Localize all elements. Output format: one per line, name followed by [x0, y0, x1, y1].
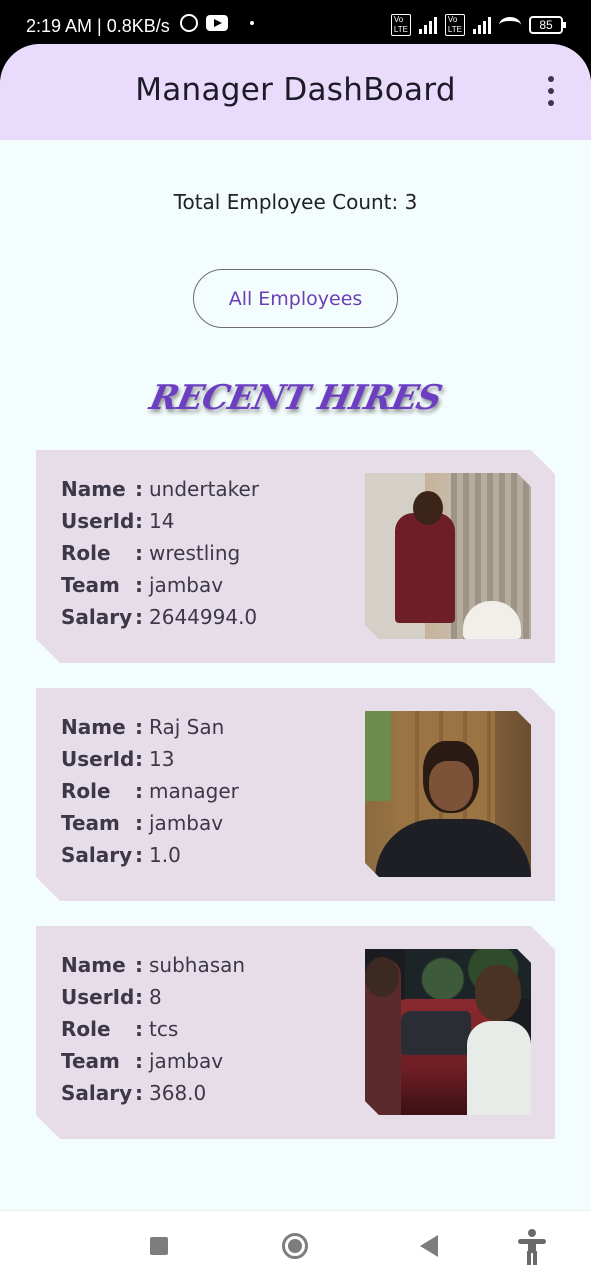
employee-card[interactable]: Name: undertaker UserId:14 Role: wrestling… [36, 450, 555, 663]
salary-label: Salary [61, 605, 133, 629]
role-row: Role: wrestling [61, 537, 259, 569]
userid-value: 14 [149, 509, 175, 533]
colon: : [135, 1081, 143, 1105]
salary-value: 368.0 [149, 1081, 207, 1105]
app-screen: Manager DashBoard Total Employee Count: … [0, 44, 591, 1210]
youtube-icon [206, 15, 228, 31]
userid-label: UserId [61, 985, 135, 1009]
role-label: Role [61, 779, 111, 803]
name-label: Name [61, 953, 126, 977]
team-value: jambav [149, 573, 224, 597]
volte-icon: Vo LTE [444, 14, 465, 36]
colon: : [135, 1049, 143, 1073]
userid-row: UserId:13 [61, 743, 239, 775]
status-system-icons: Vo LTE Vo LTE 85 [390, 14, 566, 36]
notification-dot-icon [250, 21, 254, 25]
team-row: Team: jambav [61, 1045, 245, 1077]
employee-card[interactable]: Name: subhasan UserId:8 Role: tcs Team: jam… [36, 926, 555, 1139]
colon: : [135, 747, 143, 771]
wifi-icon [499, 17, 521, 33]
signal-4g-icon [473, 16, 491, 34]
userid-value: 13 [149, 747, 175, 771]
name-value: subhasan [149, 953, 246, 977]
employee-photo [365, 473, 531, 639]
colon: : [135, 573, 143, 597]
colon: : [135, 985, 143, 1009]
name-value: Raj San [149, 715, 225, 739]
employee-details: Name: Raj San UserId:13 Role: manager Team… [61, 711, 239, 871]
name-value: undertaker [149, 477, 260, 501]
role-label: Role [61, 1017, 111, 1041]
home-icon[interactable] [282, 1233, 308, 1259]
role-row: Role: manager [61, 775, 239, 807]
colon: : [135, 541, 143, 565]
userid-row: UserId:8 [61, 981, 245, 1013]
userid-row: UserId:14 [61, 505, 259, 537]
recent-hires-heading: RECENT HIRES [146, 378, 445, 418]
team-label: Team [61, 573, 120, 597]
recents-icon[interactable] [150, 1237, 168, 1255]
salary-row: Salary:1.0 [61, 839, 239, 871]
colon: : [135, 509, 143, 533]
name-row: Name: Raj San [61, 711, 239, 743]
all-employees-button[interactable]: All Employees [193, 269, 398, 328]
role-row: Role: tcs [61, 1013, 245, 1045]
accessibility-icon[interactable] [518, 1229, 546, 1265]
salary-row: Salary:2644994.0 [61, 601, 259, 633]
role-value: manager [149, 779, 239, 803]
page-title: Manager DashBoard [135, 72, 456, 108]
top-app-bar: Manager DashBoard [0, 44, 591, 140]
colon: : [135, 779, 143, 803]
salary-row: Salary:368.0 [61, 1077, 245, 1109]
name-label: Name [61, 477, 126, 501]
colon: : [135, 715, 143, 739]
team-row: Team: jambav [61, 807, 239, 839]
userid-label: UserId [61, 509, 135, 533]
colon: : [135, 953, 143, 977]
volte-icon: Vo LTE [390, 14, 411, 36]
battery-icon: 85 [529, 16, 566, 34]
colon: : [135, 811, 143, 835]
salary-value: 1.0 [149, 843, 181, 867]
name-row: Name: subhasan [61, 949, 245, 981]
colon: : [135, 477, 143, 501]
team-value: jambav [149, 811, 224, 835]
salary-label: Salary [61, 1081, 133, 1105]
userid-label: UserId [61, 747, 135, 771]
team-label: Team [61, 811, 120, 835]
alarm-icon [180, 14, 198, 32]
back-icon[interactable] [420, 1235, 438, 1257]
salary-value: 2644994.0 [149, 605, 258, 629]
system-nav-bar [0, 1210, 591, 1280]
employee-photo [365, 711, 531, 877]
employee-details: Name: subhasan UserId:8 Role: tcs Team: jam… [61, 949, 245, 1109]
colon: : [135, 605, 143, 629]
employee-count-text: Total Employee Count: 3 [173, 190, 418, 214]
status-time: 2:19 AM | 0.8KB/s [26, 16, 170, 36]
colon: : [135, 1017, 143, 1041]
team-label: Team [61, 1049, 120, 1073]
team-value: jambav [149, 1049, 224, 1073]
more-vert-icon[interactable] [541, 76, 561, 106]
role-value: tcs [149, 1017, 179, 1041]
role-value: wrestling [149, 541, 241, 565]
team-row: Team: jambav [61, 569, 259, 601]
employee-card[interactable]: Name: Raj San UserId:13 Role: manager Team… [36, 688, 555, 901]
name-row: Name: undertaker [61, 473, 259, 505]
name-label: Name [61, 715, 126, 739]
employee-photo [365, 949, 531, 1115]
salary-label: Salary [61, 843, 133, 867]
employee-details: Name: undertaker UserId:14 Role: wrestling… [61, 473, 259, 633]
status-notification-icons [180, 14, 254, 32]
role-label: Role [61, 541, 111, 565]
userid-value: 8 [149, 985, 162, 1009]
signal-icon [418, 16, 437, 34]
colon: : [135, 843, 143, 867]
